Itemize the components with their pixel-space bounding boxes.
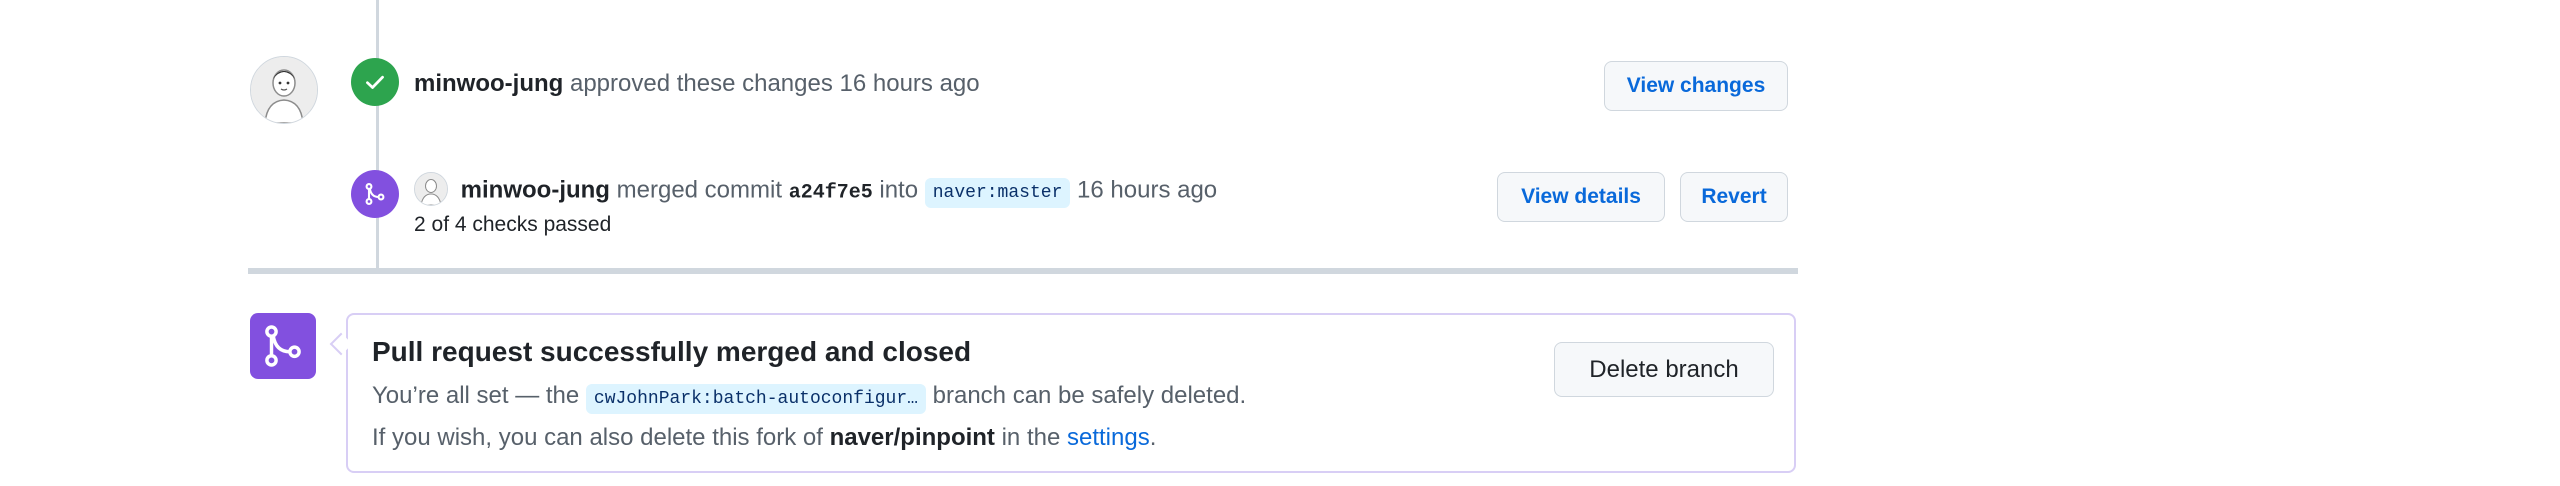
repo-name: naver/pinpoint — [829, 424, 995, 451]
checks-status: 2 of 4 checks passed — [414, 213, 612, 236]
approved-badge — [351, 58, 399, 106]
merge-time[interactable]: 16 hours ago — [1077, 176, 1217, 203]
timeline-line — [376, 0, 379, 268]
git-merge-icon — [265, 325, 301, 367]
view-details-button[interactable]: View details — [1497, 172, 1665, 222]
line2-middle: in the — [1001, 424, 1061, 451]
user-avatar-icon — [251, 57, 317, 123]
merge-author-link[interactable]: minwoo-jung — [461, 176, 610, 203]
delete-branch-button[interactable]: Delete branch — [1554, 342, 1774, 397]
merge-status-title: Pull request successfully merged and clo… — [372, 336, 972, 367]
revert-button[interactable]: Revert — [1680, 172, 1788, 222]
review-summary: minwoo-jung approved these changes 16 ho… — [414, 70, 980, 98]
line2-end: . — [1149, 424, 1157, 451]
line2-prefix: If you wish, you can also delete this fo… — [372, 424, 823, 451]
timeline-divider — [248, 268, 1798, 274]
review-action: approved these changes — [569, 70, 833, 97]
review-author-link[interactable]: minwoo-jung — [414, 70, 563, 97]
avatar[interactable] — [250, 56, 318, 124]
check-icon — [366, 75, 384, 89]
line1-suffix: branch can be safely deleted. — [932, 382, 1247, 409]
merged-badge — [351, 170, 399, 218]
git-merge-icon — [365, 183, 385, 205]
settings-link[interactable]: settings — [1067, 424, 1150, 451]
review-time[interactable]: 16 hours ago — [840, 70, 980, 97]
merge-into-text: into — [879, 176, 919, 204]
merge-status-line-1: You’re all set — the cwJohnPark:batch-au… — [372, 382, 1247, 414]
source-branch[interactable]: cwJohnPark:batch-autoconfigur… — [585, 384, 926, 414]
commit-sha-link[interactable]: a24f7e5 — [789, 181, 873, 204]
target-branch[interactable]: naver:master — [924, 178, 1071, 209]
merge-action: merged commit — [616, 176, 783, 204]
user-avatar-icon — [415, 173, 447, 205]
merge-status-icon — [250, 313, 316, 379]
merge-status-line-2: If you wish, you can also delete this fo… — [372, 424, 1156, 452]
merge-summary: minwoo-jung merged commit a24f7e5 into n… — [414, 172, 1217, 209]
merger-avatar[interactable] — [414, 172, 448, 206]
line1-prefix: You’re all set — the — [372, 382, 580, 409]
view-changes-button[interactable]: View changes — [1604, 61, 1788, 111]
